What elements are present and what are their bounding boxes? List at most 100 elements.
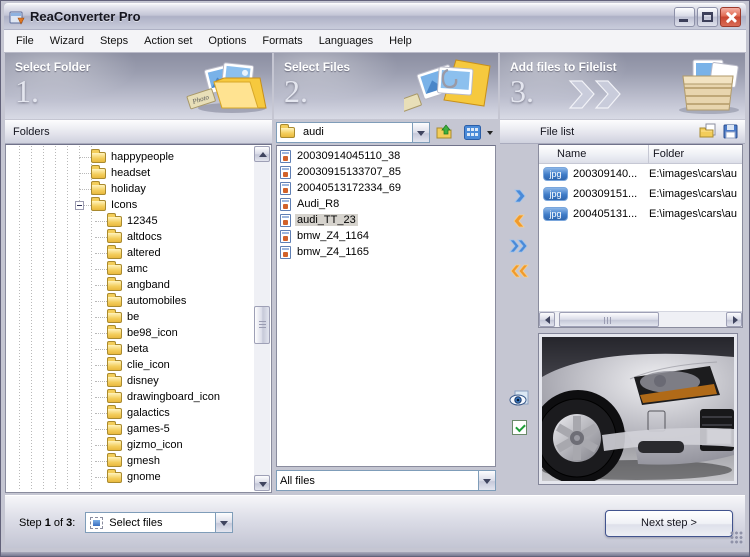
tree-item[interactable]: gnome (7, 469, 254, 485)
views-button[interactable] (460, 121, 484, 143)
table-row[interactable]: jpg200309151...E:\images\cars\au (539, 184, 742, 204)
filter-combo-dropdown-button[interactable] (478, 471, 495, 490)
menu-item-steps[interactable]: Steps (92, 32, 136, 50)
tree-item[interactable]: be (7, 309, 254, 325)
folder-icon (107, 280, 122, 291)
table-header[interactable]: Name Folder (539, 145, 742, 164)
photos-clip-icon (404, 56, 496, 116)
folder-icon (107, 360, 122, 371)
tree-item-label: altdocs (127, 231, 162, 243)
column-header-name[interactable]: Name (539, 145, 649, 163)
load-filelist-icon[interactable] (699, 123, 716, 139)
arrow-left-icon (545, 316, 550, 324)
file-name-text: 200309140... (573, 168, 637, 180)
file-item[interactable]: Audi_R8 (277, 196, 495, 212)
step3-title: Add files to Filelist (510, 60, 617, 74)
tree-item[interactable]: automobiles (7, 293, 254, 309)
table-cell-name: jpg200309140... (539, 167, 649, 181)
tree-item[interactable]: Icons (7, 197, 254, 213)
autopreview-checkbox[interactable] (512, 420, 527, 435)
tree-expander-minus-icon[interactable] (75, 201, 84, 210)
file-name-text: 200309151... (573, 188, 637, 200)
tree-item[interactable]: drawingboard_icon (7, 389, 254, 405)
tree-item-label: altered (127, 247, 161, 259)
hscroll-thumb[interactable] (559, 312, 659, 327)
scroll-down-button[interactable] (254, 475, 270, 491)
menu-item-help[interactable]: Help (381, 32, 420, 50)
file-item[interactable]: audi_TT_23 (277, 212, 495, 228)
title-bar[interactable]: ReaConverter Pro (4, 3, 746, 30)
table-row[interactable]: jpg200309140...E:\images\cars\au (539, 164, 742, 184)
filter-combo[interactable]: All files (276, 470, 496, 491)
tree-item[interactable]: gmesh (7, 453, 254, 469)
step-combo-value: Select files (106, 517, 215, 529)
address-combo[interactable]: audi (276, 122, 430, 143)
folder-icon (107, 456, 122, 467)
tree-item[interactable]: amc (7, 261, 254, 277)
next-step-button[interactable]: Next step > (605, 510, 733, 537)
tree-item[interactable]: headset (7, 165, 254, 181)
file-item[interactable]: 20030915133707_85 (277, 164, 495, 180)
table-hscrollbar[interactable] (539, 311, 742, 327)
up-one-level-button[interactable] (433, 121, 457, 143)
menu-item-languages[interactable]: Languages (311, 32, 381, 50)
folder-icon (107, 440, 122, 451)
tree-item[interactable]: altered (7, 245, 254, 261)
jpg-badge-icon: jpg (543, 207, 568, 221)
scroll-thumb[interactable] (254, 306, 270, 344)
remove-all-button[interactable] (507, 261, 531, 281)
menu-item-wizard[interactable]: Wizard (42, 32, 92, 50)
minimize-button[interactable] (674, 7, 695, 27)
address-combo-dropdown-button[interactable] (412, 123, 429, 142)
filelist-panel-header: File list (500, 120, 745, 144)
menu-item-options[interactable]: Options (200, 32, 254, 50)
tree-item[interactable]: disney (7, 373, 254, 389)
menu-item-formats[interactable]: Formats (254, 32, 310, 50)
close-button[interactable] (720, 7, 741, 27)
remove-file-button[interactable] (507, 211, 531, 231)
transfer-buttons (500, 144, 538, 328)
tree-item[interactable]: gizmo_icon (7, 437, 254, 453)
menu-item-file[interactable]: File (8, 32, 42, 50)
file-item[interactable]: bmw_Z4_1164 (277, 228, 495, 244)
scroll-left-button[interactable] (539, 312, 555, 327)
step-select-combo[interactable]: Select files (85, 512, 233, 533)
preview-controls (500, 333, 538, 485)
tree-item[interactable]: galactics (7, 405, 254, 421)
scroll-up-button[interactable] (254, 146, 270, 162)
tree-item[interactable]: games-5 (7, 421, 254, 437)
menu-item-action-set[interactable]: Action set (136, 32, 200, 50)
tree-item[interactable]: altdocs (7, 229, 254, 245)
tree-scrollbar[interactable] (254, 146, 270, 491)
tree-item-label: gizmo_icon (127, 439, 183, 451)
table-row[interactable]: jpg200405131...E:\images\cars\au (539, 204, 742, 224)
column-header-folder[interactable]: Folder (649, 145, 742, 163)
arrow-right-icon (733, 316, 738, 324)
views-dropdown-caret[interactable] (487, 121, 496, 143)
file-item[interactable]: 20040513172334_69 (277, 180, 495, 196)
tree-item[interactable]: be98_icon (7, 325, 254, 341)
arrow-up-icon (259, 152, 267, 157)
folders-panel-header: Folders (5, 120, 272, 144)
app-window: ReaConverter Pro FileWizardStepsAction s… (0, 0, 750, 557)
folder-tree-container: happypeopleheadsetholidayIcons12345 altdo… (5, 144, 272, 493)
resize-grip[interactable] (730, 531, 743, 544)
tree-item[interactable]: clie_icon (7, 357, 254, 373)
tree-item[interactable]: holiday (7, 181, 254, 197)
step-combo-dropdown-button[interactable] (215, 513, 232, 532)
file-item[interactable]: bmw_Z4_1165 (277, 244, 495, 260)
tree-item[interactable]: happypeople (7, 149, 254, 165)
scroll-right-button[interactable] (726, 312, 742, 327)
step-header-band: Select Folder 1. Photo (5, 53, 745, 119)
add-file-button[interactable] (507, 186, 531, 206)
tree-item[interactable]: 12345 (7, 213, 254, 229)
maximize-button[interactable] (697, 7, 718, 27)
tree-item[interactable]: angband (7, 277, 254, 293)
preview-toggle-button[interactable] (508, 389, 530, 409)
file-name-text: 200405131... (573, 208, 637, 220)
tree-item[interactable]: beta (7, 341, 254, 357)
file-item[interactable]: 20030914045110_38 (277, 148, 495, 164)
add-all-button[interactable] (507, 236, 531, 256)
folder-icon (107, 232, 122, 243)
save-filelist-icon[interactable] (722, 123, 739, 139)
